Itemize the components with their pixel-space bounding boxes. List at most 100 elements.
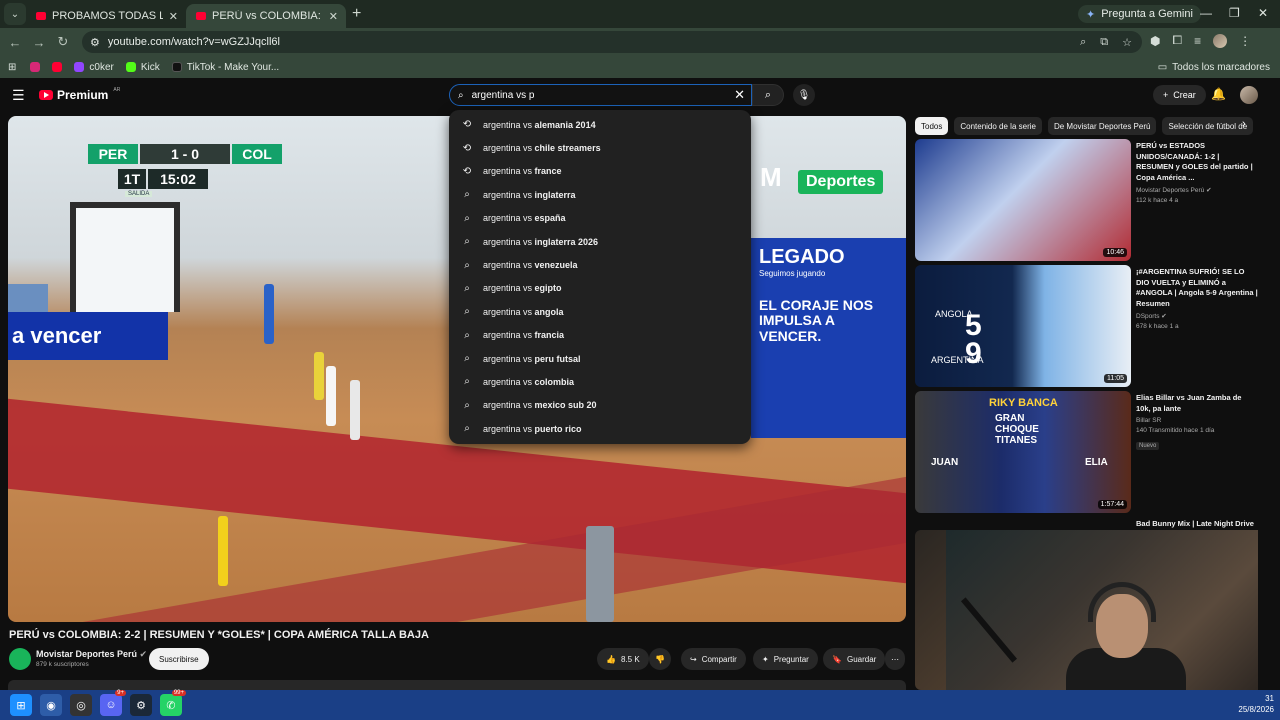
install-app-icon[interactable]: ⧉: [1100, 36, 1108, 49]
bookmark-star-icon[interactable]: ☆: [1122, 36, 1132, 49]
chip-selection[interactable]: Selección de fútbol de: [1162, 117, 1254, 135]
bookmarks-bar: ⊞ c0ker Kick TikTok - Make Your... ▭ Todo…: [0, 56, 1280, 78]
duration-badge: 10:46: [1103, 248, 1127, 257]
rec-channel[interactable]: Billar SR: [1136, 417, 1258, 424]
tab-search-chevron-icon[interactable]: ⌄: [4, 3, 26, 25]
back-arrow-icon[interactable]: ←: [3, 35, 27, 50]
like-button[interactable]: 👍 8.5 K: [597, 648, 649, 670]
bookmark-c0ker[interactable]: c0ker: [74, 62, 114, 73]
steam-icon[interactable]: ⚙: [130, 694, 152, 716]
suggestion-item[interactable]: ⌕ argentina vs peru futsal: [449, 347, 751, 370]
site-info-icon[interactable]: ⚙: [90, 36, 100, 49]
account-avatar[interactable]: [1240, 86, 1258, 104]
close-tab-icon[interactable]: ✕: [169, 10, 178, 23]
subscribe-button[interactable]: Suscribirse: [149, 648, 209, 670]
video-thumbnail[interactable]: 10:46: [915, 139, 1131, 261]
browser-tab-2[interactable]: PERÚ vs COLOMBIA: 2-2 | RESUME ✕: [186, 4, 346, 28]
close-tab-icon[interactable]: ✕: [329, 10, 338, 23]
chip-todos[interactable]: Todos: [915, 117, 949, 135]
suggestion-item[interactable]: ⌕ argentina vs venezuela: [449, 253, 751, 276]
chrome-icon[interactable]: ◉: [40, 694, 62, 716]
voice-search-button[interactable]: 🎙: [793, 84, 815, 106]
search-input[interactable]: ⌕ argentina vs p ✕: [449, 84, 752, 106]
recommendation-item[interactable]: RIKY BANCA GRAN CHOQUE TITANES JUAN ELIA…: [915, 391, 1260, 513]
suggestion-item[interactable]: ⌕ argentina vs francia: [449, 324, 751, 347]
discord-icon[interactable]: ☺ 9+: [100, 690, 126, 716]
forward-arrow-icon[interactable]: →: [27, 35, 51, 50]
zoom-icon[interactable]: ⌕: [1080, 36, 1086, 49]
address-bar[interactable]: ⚙ youtube.com/watch?v=wGZJJqcll6l ⌕ ⧉ ☆: [82, 31, 1142, 53]
recommendation-item[interactable]: 10:46 PERÚ vs ESTADOS UNIDOS/CANADÁ: 1-2…: [915, 139, 1260, 261]
suggestion-item[interactable]: ⟲ argentina vs france: [449, 160, 751, 183]
notifications-bell-icon[interactable]: 🔔: [1211, 87, 1226, 101]
obs-icon[interactable]: ◎: [70, 694, 92, 716]
suggestion-item[interactable]: ⌕ argentina vs inglaterra 2026: [449, 230, 751, 253]
whatsapp-icon[interactable]: ✆ 99+: [160, 690, 186, 716]
save-button[interactable]: 🔖 Guardar: [823, 648, 886, 670]
rec-channel[interactable]: DSports ✔: [1136, 312, 1258, 320]
reading-list-icon[interactable]: ≡: [1194, 34, 1201, 48]
ask-gemini-button[interactable]: ✦ Pregunta a Gemini: [1078, 5, 1201, 23]
channel-avatar[interactable]: [9, 648, 31, 670]
suggestion-item[interactable]: ⟲ argentina vs alemania 2014: [449, 113, 751, 136]
create-button[interactable]: + Crear: [1153, 85, 1206, 105]
channel-name[interactable]: Movistar Deportes Perú ✔: [36, 649, 147, 660]
profile-avatar-icon[interactable]: [1213, 33, 1228, 48]
youtube-premium-logo[interactable]: Premium AR: [39, 87, 120, 102]
all-bookmarks-button[interactable]: ▭ Todos los marcadores: [1158, 62, 1270, 73]
extension-icon[interactable]: ⬢: [1150, 34, 1160, 48]
clear-search-icon[interactable]: ✕: [734, 87, 745, 103]
video-thumbnail[interactable]: RIKY BANCA GRAN CHOQUE TITANES JUAN ELIA…: [915, 391, 1131, 513]
suggestion-completion: alemania 2014: [534, 119, 596, 130]
search-icon: ⌕: [458, 89, 464, 101]
windows-start-icon[interactable]: ⊞: [10, 694, 32, 716]
suggestion-item[interactable]: ⌕ argentina vs mexico sub 20: [449, 394, 751, 417]
share-button[interactable]: ↪ Compartir: [681, 648, 746, 670]
restore-icon[interactable]: ❐: [1229, 6, 1240, 20]
extensions-puzzle-icon[interactable]: ⧠: [1172, 33, 1182, 48]
bookmark-instagram[interactable]: [30, 62, 41, 72]
description-box[interactable]: [8, 680, 906, 690]
suggestion-item[interactable]: ⌕ argentina vs angola: [449, 300, 751, 323]
suggestion-item[interactable]: ⌕ argentina vs colombia: [449, 370, 751, 393]
rec-title[interactable]: PERÚ vs ESTADOS UNIDOS/CANADÁ: 1-2 | RES…: [1136, 141, 1258, 183]
thumb-title: RIKY BANCA: [989, 397, 1058, 409]
more-actions-button[interactable]: ⋯: [885, 648, 905, 670]
browser-tab-1[interactable]: PROBAMOS TODAS LAS HAMBU ✕: [26, 4, 186, 28]
recommendation-item[interactable]: Bad Bunny Mix | Late Night Drive: [915, 517, 1260, 529]
hamburger-menu-icon[interactable]: ☰: [12, 87, 25, 104]
channel-name-text: Movistar Deportes Perú: [36, 649, 138, 659]
bookmark-youtube[interactable]: [52, 62, 63, 72]
new-tab-plus-icon[interactable]: +: [352, 5, 361, 23]
search-button[interactable]: ⌕: [752, 84, 784, 106]
chip-channel[interactable]: De Movistar Deportes Perú: [1047, 117, 1157, 135]
suggestion-item[interactable]: ⌕ argentina vs inglaterra: [449, 183, 751, 206]
rec-title[interactable]: Elias Billar vs Juan Zamba de 10k, pa la…: [1136, 393, 1258, 414]
suggestion-item[interactable]: ⟲ argentina vs chile streamers: [449, 136, 751, 159]
close-window-icon[interactable]: ✕: [1258, 6, 1268, 20]
chevron-right-icon[interactable]: ›: [1242, 118, 1246, 130]
chip-series[interactable]: Contenido de la serie: [954, 117, 1042, 135]
suggestion-item[interactable]: ⌕ argentina vs egipto: [449, 277, 751, 300]
rec-title[interactable]: Bad Bunny Mix | Late Night Drive: [1136, 519, 1258, 530]
video-title: PERÚ vs COLOMBIA: 2-2 | RESUMEN Y *GOLES…: [9, 629, 429, 641]
rec-title[interactable]: ¡#ARGENTINA SUFRIÓ! SE LO DIO VUELTA y E…: [1136, 267, 1258, 309]
suggestion-completion: mexico sub 20: [534, 400, 597, 411]
system-clock[interactable]: 31 25/8/2026: [1238, 693, 1274, 715]
rec-channel[interactable]: Movistar Deportes Perú ✔: [1136, 186, 1258, 194]
search-icon: ⌕: [464, 376, 470, 388]
suggestion-item[interactable]: ⌕ argentina vs puerto rico: [449, 417, 751, 440]
search-query: argentina vs p: [471, 89, 535, 101]
suggestion-item[interactable]: ⌕ argentina vs españa: [449, 207, 751, 230]
minimize-icon[interactable]: —: [1200, 6, 1212, 20]
apps-grid-icon[interactable]: ⊞: [8, 62, 16, 73]
bookmark-tiktok[interactable]: TikTok - Make Your...: [171, 62, 279, 73]
recommendation-item[interactable]: ANGOLA 5 ARGENTINA 9 11:05 ¡#ARGENTINA S…: [915, 265, 1260, 387]
suggestion-completion: francia: [534, 330, 565, 341]
browser-menu-icon[interactable]: ⋮: [1239, 34, 1251, 48]
reload-icon[interactable]: ↻: [51, 34, 75, 50]
ask-button[interactable]: ✦ Preguntar: [753, 648, 818, 670]
bookmark-kick[interactable]: Kick: [125, 62, 160, 73]
video-thumbnail[interactable]: ANGOLA 5 ARGENTINA 9 11:05: [915, 265, 1131, 387]
dislike-button[interactable]: 👎: [649, 648, 671, 670]
